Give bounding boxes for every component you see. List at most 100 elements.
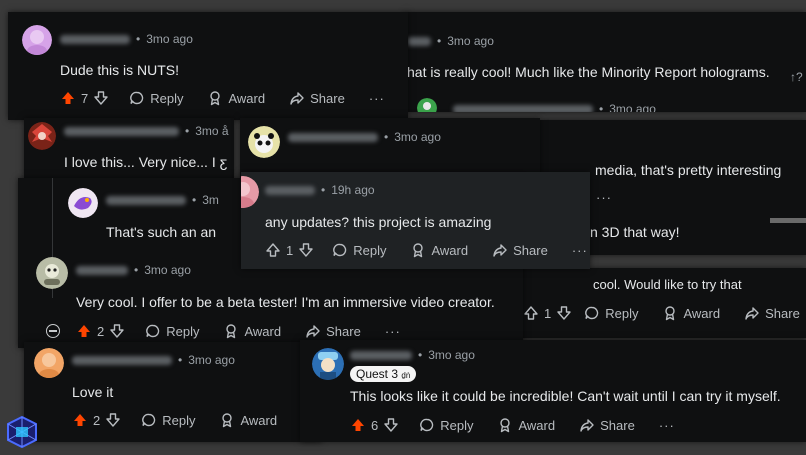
timestamp: 19h ago (331, 183, 375, 197)
comment-text: media, that's pretty interesting (595, 162, 782, 178)
award-button[interactable]: Award (497, 417, 555, 433)
award-button[interactable]: Award (207, 90, 265, 106)
vote-count: 2 (93, 412, 101, 428)
more-options-button[interactable]: ··· (572, 243, 588, 258)
reply-label: Reply (605, 305, 639, 321)
downvote-icon[interactable] (109, 323, 125, 339)
upvote-icon-active[interactable] (76, 323, 92, 339)
upvote-icon-active[interactable] (350, 417, 366, 433)
username-blurred[interactable] (350, 350, 412, 360)
separator: • (134, 263, 139, 277)
comment-card-panda: • 3mo ago (240, 118, 540, 178)
upvote-icon-active[interactable] (60, 90, 76, 106)
comment-actions: 2 Reply Award Share ··· (76, 323, 401, 339)
comment-text: n 3D that way! (590, 224, 680, 240)
award-label: Award (228, 90, 266, 106)
share-button[interactable]: Share (492, 242, 548, 258)
upvote-icon-active[interactable] (72, 412, 88, 428)
reply-button[interactable]: Reply (419, 417, 473, 433)
avatar[interactable] (28, 122, 56, 150)
share-label: Share (310, 90, 345, 106)
reply-button[interactable]: Reply (332, 242, 386, 258)
downvote-icon[interactable] (556, 305, 572, 321)
downvote-icon[interactable] (298, 242, 314, 258)
comment-meta: • 3mo ago (407, 34, 494, 48)
comment-meta: • 19h ago (265, 183, 375, 197)
comment-meta: • 3mo ago (288, 130, 441, 144)
reply-button[interactable]: Reply (129, 90, 183, 106)
award-button[interactable]: Award (662, 305, 720, 321)
avatar[interactable] (248, 126, 280, 158)
reply-icon (129, 90, 145, 106)
downvote-icon[interactable] (93, 90, 109, 106)
reply-button[interactable]: Reply (141, 412, 195, 428)
more-options-button[interactable]: ··· (659, 418, 675, 433)
comment-card-incredible: • 3mo ago Quest 3 ḏṅ This looks like it … (300, 340, 806, 442)
comment-meta: • 3m (106, 193, 219, 207)
award-icon (223, 323, 239, 339)
avatar[interactable] (36, 257, 68, 289)
username-blurred[interactable] (407, 36, 431, 46)
username-blurred[interactable] (106, 195, 186, 205)
vote-count: 7 (81, 90, 89, 106)
reply-button[interactable]: Reply (584, 305, 638, 321)
more-options-button[interactable]: ··· (385, 324, 401, 339)
scrollbar[interactable] (770, 218, 806, 223)
downvote-icon[interactable] (383, 417, 399, 433)
username-blurred[interactable] (76, 265, 128, 275)
username-blurred[interactable] (265, 185, 315, 195)
award-label: Award (431, 242, 469, 258)
collapse-thread-button[interactable] (46, 324, 60, 338)
award-button[interactable]: Award (410, 242, 468, 258)
cube-logo-icon (4, 414, 40, 450)
reply-label: Reply (166, 323, 200, 339)
username-blurred[interactable] (453, 104, 593, 112)
user-flair-badge: Quest 3 ḏṅ (350, 366, 417, 382)
comment-text: Love it (72, 384, 114, 400)
comment-card-minority-report: • 3mo ago hat is really cool! Much like … (405, 12, 806, 112)
avatar[interactable] (417, 98, 437, 112)
avatar[interactable] (241, 176, 259, 208)
share-button[interactable]: Share (289, 90, 345, 106)
flair-emoji-text: ḏṅ (401, 371, 411, 380)
award-button[interactable]: Award (219, 412, 277, 428)
share-button[interactable]: Share (744, 305, 800, 321)
timestamp: 3m (202, 193, 219, 207)
comment-actions: 2 Reply Award (72, 412, 295, 428)
vote-count: 1 (286, 242, 294, 258)
reply-icon (332, 242, 348, 258)
share-icon (579, 417, 595, 433)
reply-button[interactable]: Reply (145, 323, 199, 339)
avatar[interactable] (68, 188, 98, 218)
share-icon (305, 323, 321, 339)
separator: • (437, 34, 442, 48)
more-options-button[interactable]: ··· (369, 91, 385, 106)
username-blurred[interactable] (72, 355, 172, 365)
share-button[interactable]: Share (305, 323, 361, 339)
timestamp: 3mo ago (144, 263, 191, 277)
comment-card-love-it: • 3mo ago Love it 2 Reply Award (24, 342, 322, 442)
downvote-icon[interactable] (105, 412, 121, 428)
reply-label: Reply (150, 90, 184, 106)
username-blurred[interactable] (60, 34, 130, 44)
more-options-button[interactable]: ··· (596, 190, 612, 205)
timestamp: 3mo ago (188, 353, 235, 367)
upvote-icon[interactable] (523, 305, 539, 321)
username-blurred[interactable] (64, 126, 179, 136)
upvote-icon[interactable] (265, 242, 281, 258)
comment-text: This looks like it could be incredible! … (350, 388, 781, 404)
comment-card-love-this: • 3mo å I love this... Very nice... I ƹ (24, 118, 234, 180)
reply-icon (584, 305, 600, 321)
reply-label: Reply (440, 417, 474, 433)
award-button[interactable]: Award (223, 323, 281, 339)
avatar[interactable] (22, 25, 52, 55)
timestamp: 3mo ago (609, 102, 656, 112)
award-icon (219, 412, 235, 428)
award-label: Award (518, 417, 556, 433)
avatar[interactable] (34, 348, 64, 378)
timestamp: 3mo å (195, 124, 229, 138)
comment-text: hat is really cool! Much like the Minori… (407, 64, 770, 80)
username-blurred[interactable] (288, 132, 378, 142)
avatar[interactable] (312, 348, 344, 380)
share-button[interactable]: Share (579, 417, 635, 433)
